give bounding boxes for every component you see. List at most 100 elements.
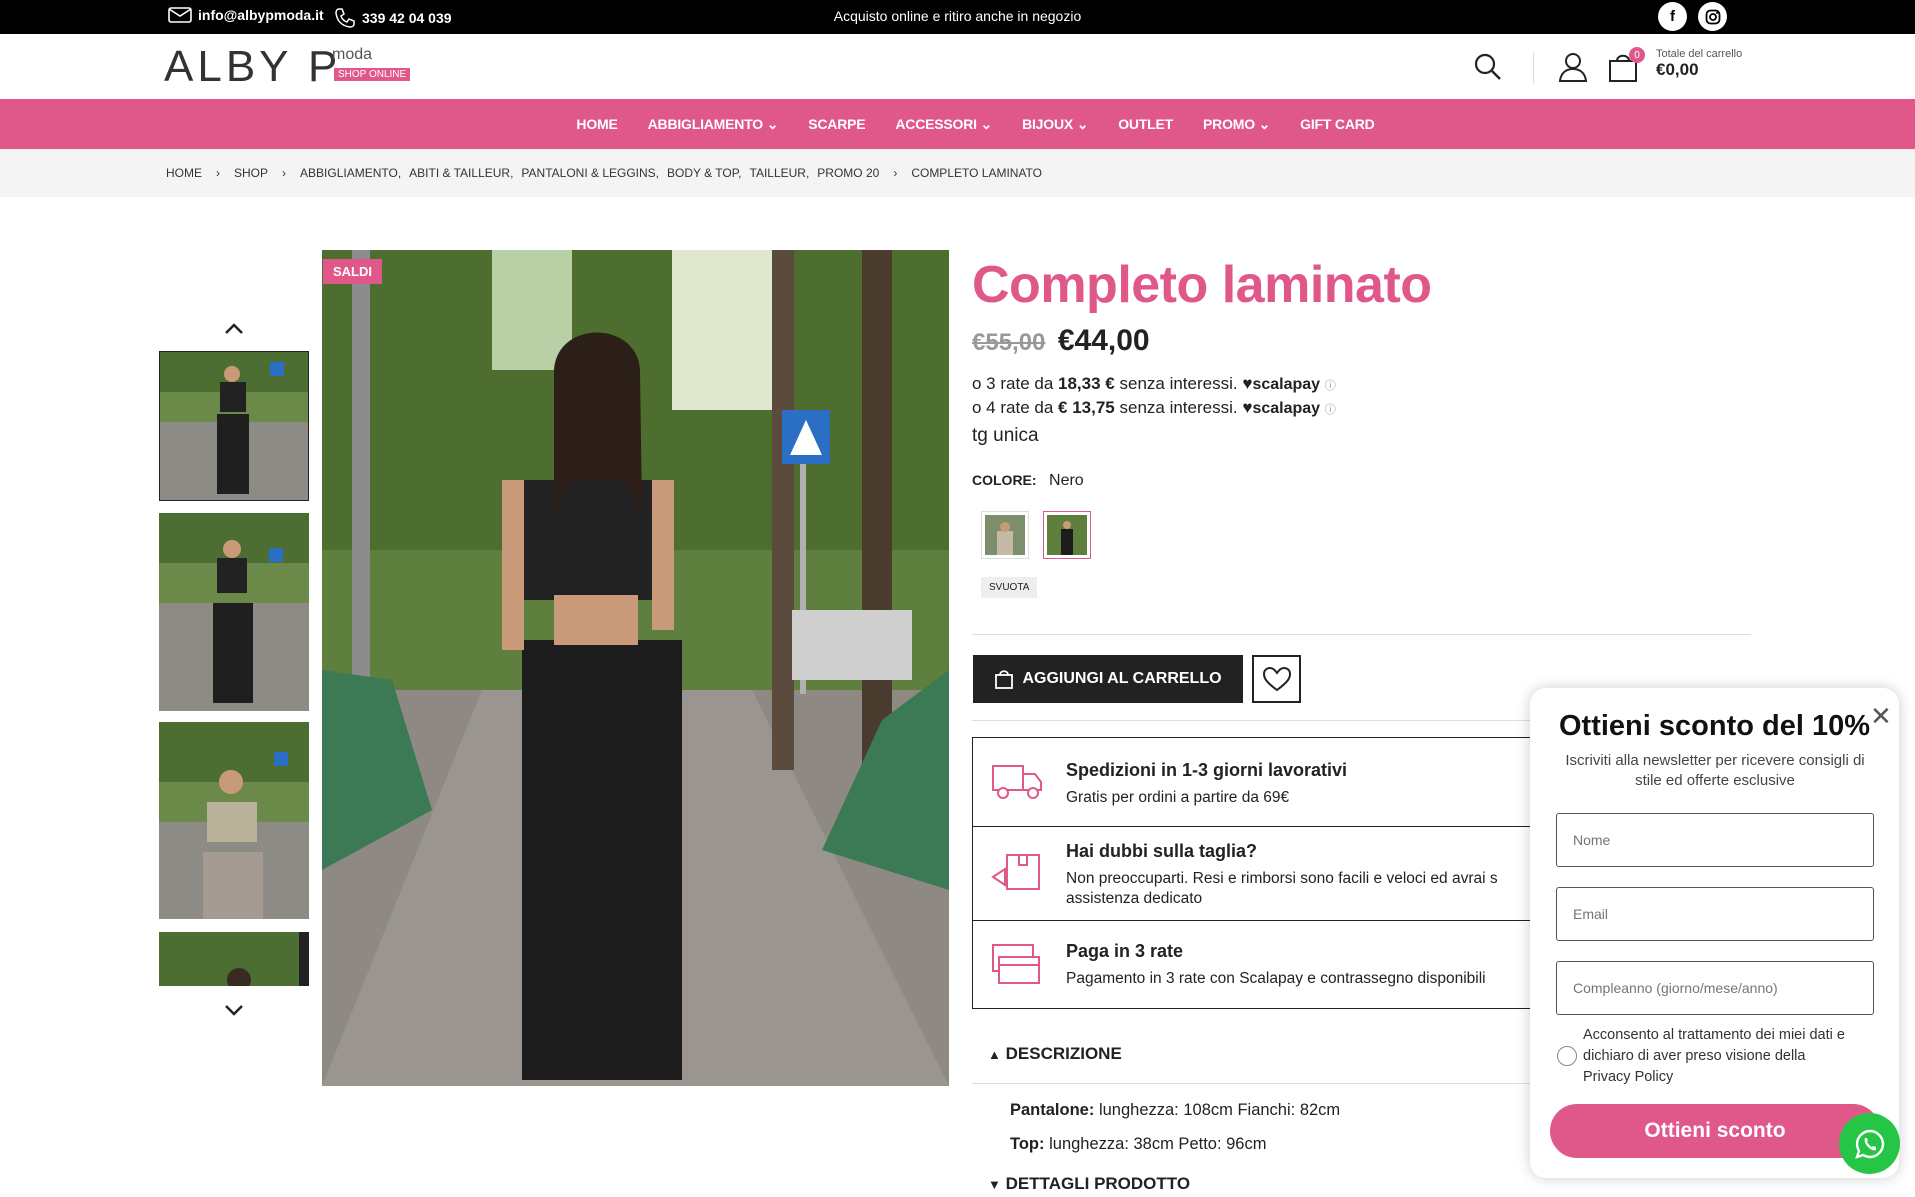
pant-spec: Pantalone: lunghezza: 108cm Fianchi: 82c… — [1010, 1101, 1340, 1120]
nav-item-promo[interactable]: PROMO ⌄ — [1188, 116, 1285, 133]
breadcrumb-item[interactable]: PANTALONI & LEGGINS, — [521, 166, 659, 180]
return-box-icon — [991, 854, 1040, 890]
size-info-title: Hai dubbi sulla taglia? — [1066, 841, 1258, 861]
clear-selection-button[interactable]: SVUOTA — [981, 577, 1038, 598]
product-thumbnail[interactable] — [159, 932, 309, 986]
chevron-down-icon: ⌄ — [976, 115, 993, 132]
color-value: Nero — [1049, 472, 1084, 489]
nav-item-scarpe[interactable]: SCARPE — [793, 116, 880, 132]
breadcrumb-item[interactable]: SHOP — [234, 166, 268, 180]
color-swatch-beige[interactable] — [981, 511, 1029, 559]
nav-item-home[interactable]: HOME — [561, 116, 632, 132]
thumb-prev-arrow[interactable] — [223, 322, 245, 336]
nav-item-accessori[interactable]: ACCESSORI ⌄ — [880, 116, 1007, 133]
nav-item-label: HOME — [576, 116, 618, 132]
cart-total[interactable]: Totale del carrello €0,00 — [1656, 48, 1742, 80]
product-thumbnail[interactable] — [159, 722, 309, 919]
breadcrumb-item[interactable]: HOME — [166, 166, 202, 180]
info-icon[interactable]: ⓘ — [1325, 404, 1336, 416]
credit-card-icon — [992, 944, 1040, 984]
description-toggle[interactable]: ▲ DESCRIZIONE — [988, 1044, 1122, 1064]
divider — [972, 634, 1751, 635]
add-to-cart-label: AGGIUNGI AL CARRELLO — [1022, 670, 1222, 687]
name-field[interactable] — [1556, 813, 1874, 867]
header-divider — [1533, 52, 1534, 84]
top-spec: Top: lunghezza: 38cm Petto: 96cm — [1010, 1135, 1266, 1154]
main-nav: HOME ABBIGLIAMENTO ⌄ SCARPE ACCESSORI ⌄ BIJO… — [0, 99, 1915, 149]
promo-text: Acquisto online e ritiro anche in negozi… — [833, 8, 1082, 24]
whatsapp-button[interactable] — [1839, 1113, 1900, 1174]
bag-icon — [995, 670, 1014, 689]
nav-item-label: GIFT CARD — [1300, 116, 1375, 132]
breadcrumb-item[interactable]: ABITI & TAILLEUR, — [409, 166, 513, 180]
pant-label: Pantalone: — [1010, 1101, 1095, 1119]
divider — [972, 1083, 1532, 1084]
nav-item-abbigliamento[interactable]: ABBIGLIAMENTO ⌄ — [633, 116, 794, 133]
payment-desc: Pagamento in 3 rate con Scalapay e contr… — [1066, 970, 1486, 987]
size-info-desc-2: assistenza dedicato — [1066, 890, 1203, 907]
scalapay-logo: scalapay — [1252, 376, 1321, 393]
breadcrumb-separator: › — [216, 166, 220, 180]
nav-item-label: SCARPE — [808, 116, 866, 132]
sale-badge: SALDI — [323, 259, 382, 284]
breadcrumb: HOME › SHOP › ABBIGLIAMENTO, ABITI & TAIL… — [0, 149, 1915, 197]
breadcrumb-item[interactable]: BODY & TOP, — [667, 166, 741, 180]
thumb-next-arrow[interactable] — [223, 1003, 245, 1017]
pant-value: lunghezza: 108cm Fianchi: 82cm — [1098, 1101, 1341, 1119]
instagram-icon[interactable] — [1698, 2, 1727, 31]
rate-text: senza interessi. — [1119, 398, 1238, 417]
truck-icon — [992, 765, 1042, 799]
chevron-up-icon: ▲ — [988, 1047, 1001, 1062]
shipping-title: Spedizioni in 1-3 giorni lavorativi — [1066, 760, 1348, 780]
breadcrumb-item: COMPLETO LAMINATO — [911, 166, 1043, 180]
shipping-desc: Gratis per ordini a partire da 69€ — [1066, 789, 1290, 806]
heart-icon: ♥ — [1242, 374, 1253, 393]
description-heading: DESCRIZIONE — [1005, 1044, 1122, 1063]
product-thumbnail[interactable] — [159, 513, 309, 711]
consent-text: Acconsento al trattamento dei miei dati … — [1583, 1027, 1845, 1085]
breadcrumb-separator: › — [893, 166, 898, 180]
color-swatch-nero[interactable] — [1043, 511, 1091, 559]
top-value: lunghezza: 38cm Petto: 96cm — [1049, 1135, 1267, 1153]
scalapay-4-rate: o 4 rate da € 13,75 senza interessi. ♥sc… — [972, 398, 1336, 418]
payment-info: Paga in 3 rate Pagamento in 3 rate con S… — [973, 921, 1571, 1009]
current-price: €44,00 — [1057, 324, 1150, 357]
get-discount-button[interactable]: Ottieni sconto — [1550, 1104, 1880, 1158]
heart-icon — [1262, 666, 1291, 692]
consent-checkbox[interactable] — [1557, 1046, 1577, 1066]
product-title: Completo laminato — [972, 256, 1432, 314]
user-icon[interactable] — [1558, 52, 1588, 82]
scalapay-3-rate: o 3 rate da 18,33 € senza interessi. ♥sc… — [972, 374, 1336, 394]
nav-item-bijoux[interactable]: BIJOUX ⌄ — [1007, 116, 1103, 133]
cart-total-value: €0,00 — [1656, 60, 1699, 79]
add-to-cart-button[interactable]: AGGIUNGI AL CARRELLO — [973, 655, 1243, 703]
payment-title: Paga in 3 rate — [1066, 941, 1184, 961]
wishlist-button[interactable] — [1252, 655, 1301, 703]
nav-item-gift-card[interactable]: GIFT CARD — [1285, 116, 1389, 132]
rate-value: € 13,75 — [1058, 398, 1115, 417]
rate-text: senza interessi. — [1119, 374, 1238, 393]
details-toggle[interactable]: ▼ DETTAGLI PRODOTTO — [988, 1174, 1190, 1194]
product-price: €55,00 €44,00 — [972, 324, 1150, 358]
breadcrumb-item[interactable]: PROMO 20 — [817, 166, 879, 180]
size-info-desc: Non preoccuparti. Resi e rimborsi sono f… — [1066, 870, 1498, 887]
breadcrumb-item[interactable]: TAILLEUR, — [750, 166, 810, 180]
product-thumbnail[interactable] — [159, 351, 309, 501]
facebook-icon[interactable]: f — [1658, 2, 1687, 31]
breadcrumb-item[interactable]: ABBIGLIAMENTO, — [300, 166, 401, 180]
birthday-field[interactable] — [1556, 961, 1874, 1015]
logo-shop-online: SHOP ONLINE — [334, 68, 411, 81]
breadcrumb-separator: › — [282, 166, 287, 180]
popup-subtitle: Iscriviti alla newsletter per ricevere c… — [1565, 752, 1865, 789]
chevron-down-icon: ⌄ — [763, 115, 779, 132]
heart-icon: ♥ — [1242, 398, 1253, 417]
details-heading: DETTAGLI PRODOTTO — [1005, 1174, 1191, 1193]
top-bar: info@albypmoda.it 339 42 04 039 Acquisto… — [0, 0, 1915, 34]
search-icon[interactable] — [1474, 53, 1502, 81]
email-field[interactable] — [1556, 887, 1874, 941]
info-icon[interactable]: ⓘ — [1325, 380, 1336, 392]
product-main-image[interactable] — [322, 250, 949, 1086]
nav-item-outlet[interactable]: OUTLET — [1103, 116, 1188, 132]
scalapay-logo: scalapay — [1252, 400, 1321, 417]
nav-item-label: BIJOUX — [1022, 115, 1073, 132]
